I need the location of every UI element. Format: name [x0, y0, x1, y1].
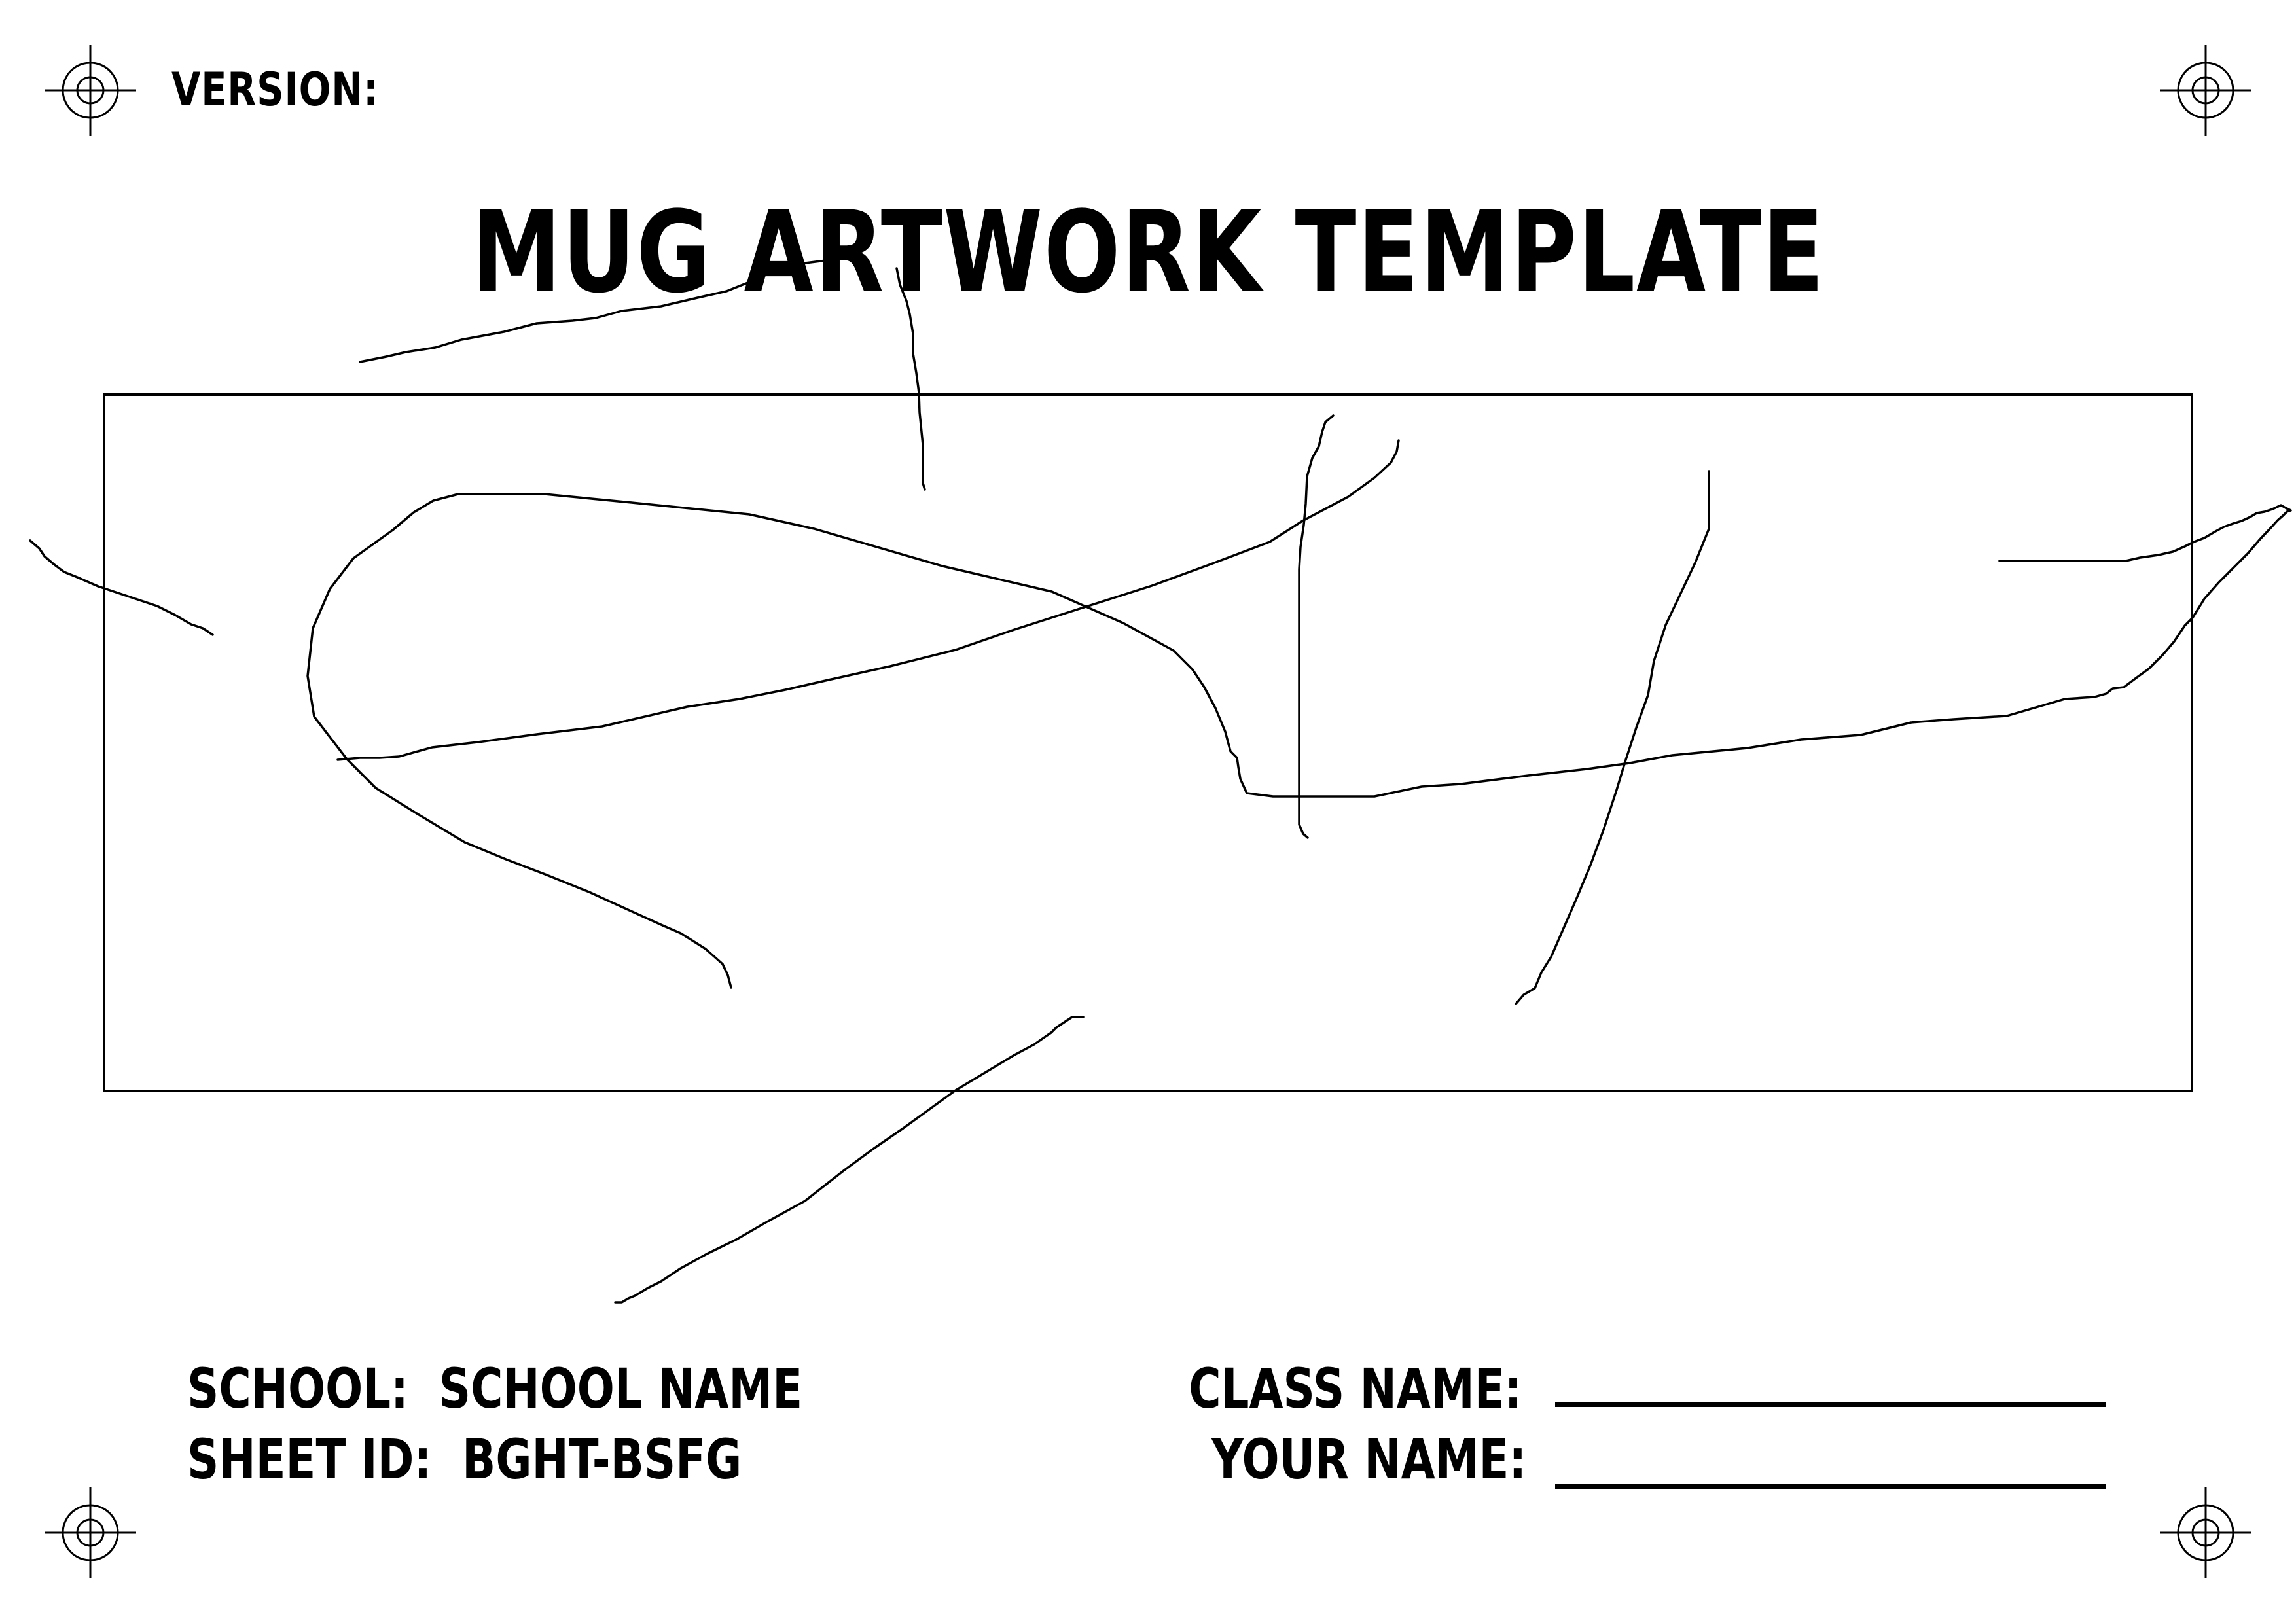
your-name-field[interactable] [1555, 1484, 2106, 1489]
sheet-id-value: BGHT-BSFG [462, 1427, 742, 1491]
your-name-label: YOUR NAME: [1211, 1427, 1526, 1491]
sheet-id-row: SHEET ID: BGHT-BSFG [187, 1432, 880, 1487]
class-name-label: CLASS NAME: [1189, 1357, 1522, 1421]
registration-mark-top-right-icon [2160, 45, 2251, 136]
school-row-text: SCHOOL: SCHOOL NAME [187, 1361, 802, 1416]
sheet-id-label: SHEET ID: [187, 1427, 432, 1491]
your-name-row: YOUR NAME: [1133, 1432, 1526, 1487]
class-name-row: CLASS NAME: [1105, 1361, 1522, 1416]
artwork-area[interactable] [103, 393, 2193, 1092]
registration-mark-bottom-left-icon [45, 1487, 136, 1578]
page-title: MUG ARTWORK TEMPLATE [0, 196, 2296, 309]
school-value: SCHOOL NAME [439, 1357, 803, 1421]
class-name-field[interactable] [1555, 1402, 2106, 1407]
version-label: VERSION: [171, 63, 379, 116]
mug-artwork-template-sheet: VERSION: MUG ARTWORK TEMPLATE SCHOOL: SC… [0, 0, 2296, 1623]
registration-mark-bottom-right-icon [2160, 1487, 2251, 1578]
school-row: SCHOOL: SCHOOL NAME [187, 1361, 956, 1416]
school-label: SCHOOL: [187, 1357, 408, 1421]
sheet-id-row-text: SHEET ID: BGHT-BSFG [187, 1432, 742, 1487]
registration-mark-top-left-icon [45, 45, 136, 136]
page-title-text: MUG ARTWORK TEMPLATE [471, 187, 1825, 318]
